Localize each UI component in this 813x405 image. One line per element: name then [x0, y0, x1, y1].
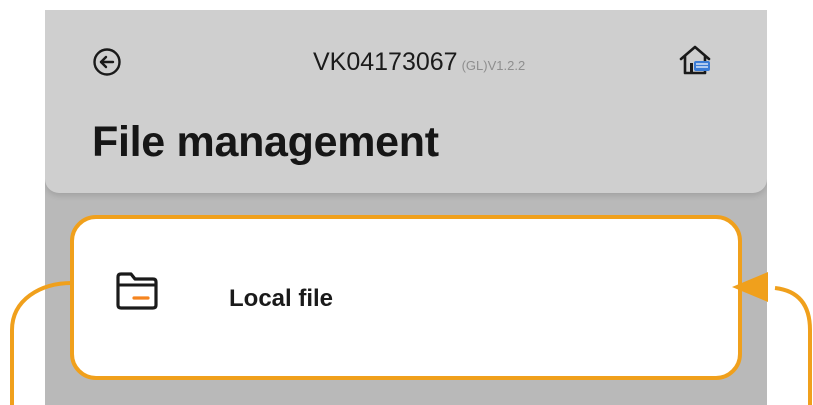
right-callout-line [774, 286, 812, 405]
left-callout-line [10, 281, 73, 405]
right-arrowhead [732, 272, 768, 302]
callout-arrows [10, 272, 812, 405]
